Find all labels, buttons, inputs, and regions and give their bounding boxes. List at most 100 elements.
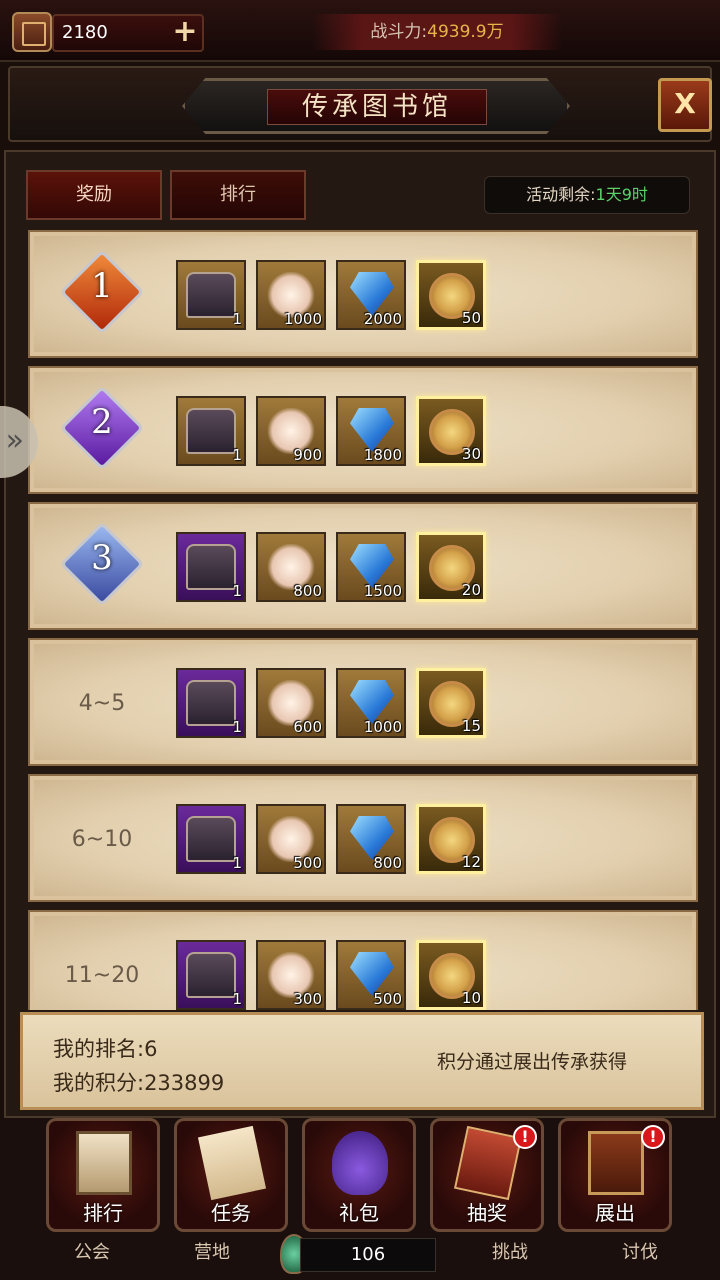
- my-score-text: 我的积分:233899: [53, 1071, 225, 1095]
- gift-bag-icon: [332, 1131, 388, 1195]
- chest-item[interactable]: 1: [176, 804, 246, 874]
- nav-exhibit-button[interactable]: 展出 !: [558, 1118, 672, 1232]
- reward-list[interactable]: 1 1 1000 2000 50 2 1 900 1800 30 3 1 800: [28, 230, 698, 1010]
- chest-item[interactable]: 1: [176, 940, 246, 1010]
- task-scroll-icon: [197, 1125, 267, 1201]
- chest-qty: 1: [232, 310, 242, 328]
- title-bar: 传承图书馆 X: [8, 66, 712, 142]
- gem-qty: 1000: [363, 718, 402, 736]
- combat-power-value: 4939.9万: [427, 22, 504, 42]
- reward-row-rank-1: 1 1 1000 2000 50: [28, 230, 698, 358]
- dust-qty: 500: [293, 854, 322, 872]
- chest-icon: [186, 816, 236, 862]
- rank-badge-purple: 2: [59, 385, 145, 472]
- close-button[interactable]: X: [658, 78, 712, 132]
- dust-qty: 600: [293, 718, 322, 736]
- dust-item[interactable]: 600: [256, 668, 326, 738]
- rank-range: 11~20: [58, 940, 146, 1010]
- coin-qty: 12: [461, 853, 481, 871]
- dust-item[interactable]: 500: [256, 804, 326, 874]
- main-panel: 奖励 排行 活动剩余:1天9时 1 1 1000 2000 50 2 1 900…: [4, 150, 716, 1118]
- gem-item[interactable]: 1800: [336, 396, 406, 466]
- gem-qty: 2000: [363, 310, 402, 328]
- library-book-icon[interactable]: [12, 12, 52, 52]
- remaining-time: 活动剩余:1天9时: [484, 176, 690, 214]
- combat-power-label: 战斗力:: [370, 22, 428, 42]
- chest-icon: [186, 272, 236, 318]
- nav-label: 抽奖: [467, 1201, 507, 1225]
- ranking-scroll-icon: [76, 1131, 132, 1195]
- dust-qty: 1000: [283, 310, 322, 328]
- coin-qty: 10: [461, 989, 481, 1007]
- chest-qty: 1: [232, 718, 242, 736]
- reward-row-rank-6-10: 6~10 1 500 800 12: [28, 774, 698, 902]
- nav-label: 展出: [595, 1201, 635, 1225]
- chest-icon: [186, 680, 236, 726]
- rank-badge-gold: 1: [59, 249, 145, 336]
- tab-ranking[interactable]: 排行: [170, 170, 306, 220]
- alert-badge-icon: !: [641, 1125, 665, 1149]
- nav-gift-button[interactable]: 礼包: [302, 1118, 416, 1232]
- lottery-card-icon: [453, 1125, 523, 1201]
- nav-ranking-button[interactable]: 排行: [46, 1118, 160, 1232]
- dust-item[interactable]: 900: [256, 396, 326, 466]
- top-status-bar: 2180 + 战斗力:4939.9万: [0, 0, 720, 62]
- coin-qty: 30: [461, 445, 481, 463]
- coin-item[interactable]: 12: [416, 804, 486, 874]
- dust-qty: 300: [293, 990, 322, 1008]
- score-hint-text: 积分通过展出传承获得: [437, 1051, 628, 1073]
- open-book-icon: [588, 1131, 644, 1195]
- gem-item[interactable]: 1500: [336, 532, 406, 602]
- my-info-bar: 我的排名:6 我的积分:233899 积分通过展出传承获得: [20, 1012, 704, 1110]
- gem-qty: 1500: [363, 582, 402, 600]
- add-currency-button[interactable]: +: [168, 16, 202, 50]
- dust-qty: 900: [293, 446, 322, 464]
- coin-item[interactable]: 50: [416, 260, 486, 330]
- bottom-nav: 排行 任务 礼包 抽奖 ! 展出 ! 公会 营地 106 挑战 讨伐: [0, 1118, 720, 1280]
- tab-reward[interactable]: 奖励: [26, 170, 162, 220]
- dust-item[interactable]: 800: [256, 532, 326, 602]
- chest-icon: [186, 952, 236, 998]
- coin-item[interactable]: 10: [416, 940, 486, 1010]
- coin-item[interactable]: 30: [416, 396, 486, 466]
- reward-row-rank-3: 3 1 800 1500 20: [28, 502, 698, 630]
- rank-range: 6~10: [58, 804, 146, 876]
- coin-item[interactable]: 15: [416, 668, 486, 738]
- chest-item[interactable]: 1: [176, 396, 246, 466]
- combat-power-display: 战斗力:4939.9万: [312, 14, 562, 50]
- chest-qty: 1: [232, 582, 242, 600]
- dust-qty: 800: [293, 582, 322, 600]
- chest-qty: 1: [232, 990, 242, 1008]
- title-plate: 传承图书馆: [182, 78, 570, 134]
- challenge-tab[interactable]: 挑战: [462, 1230, 558, 1276]
- gem-qty: 1800: [363, 446, 402, 464]
- rank-number: 2: [91, 402, 113, 442]
- dust-item[interactable]: 1000: [256, 260, 326, 330]
- reward-row-rank-11-20: 11~20 1 300 500 10: [28, 910, 698, 1010]
- coin-item[interactable]: 20: [416, 532, 486, 602]
- crusade-tab[interactable]: 讨伐: [592, 1230, 688, 1276]
- nav-label: 排行: [83, 1201, 123, 1225]
- dust-item[interactable]: 300: [256, 940, 326, 1010]
- page-title: 传承图书馆: [267, 89, 487, 125]
- currency-value: 2180: [62, 22, 108, 43]
- gem-item[interactable]: 500: [336, 940, 406, 1010]
- nav-draw-button[interactable]: 抽奖 !: [430, 1118, 544, 1232]
- reward-row-rank-2: 2 1 900 1800 30: [28, 366, 698, 494]
- guild-tab[interactable]: 公会: [44, 1230, 140, 1276]
- gem-item[interactable]: 800: [336, 804, 406, 874]
- chest-item[interactable]: 1: [176, 532, 246, 602]
- alert-badge-icon: !: [513, 1125, 537, 1149]
- rank-badge-blue: 3: [59, 521, 145, 608]
- gem-item[interactable]: 2000: [336, 260, 406, 330]
- camp-tab[interactable]: 营地: [164, 1230, 260, 1276]
- nav-task-button[interactable]: 任务: [174, 1118, 288, 1232]
- chest-item[interactable]: 1: [176, 260, 246, 330]
- coin-qty: 50: [461, 309, 481, 327]
- my-rank-text: 我的排名:6: [53, 1037, 158, 1061]
- gem-item[interactable]: 1000: [336, 668, 406, 738]
- chest-item[interactable]: 1: [176, 668, 246, 738]
- reward-row-rank-4-5: 4~5 1 600 1000 15: [28, 638, 698, 766]
- rank-number: 3: [91, 538, 113, 578]
- remaining-time-value: 1天9时: [595, 185, 648, 204]
